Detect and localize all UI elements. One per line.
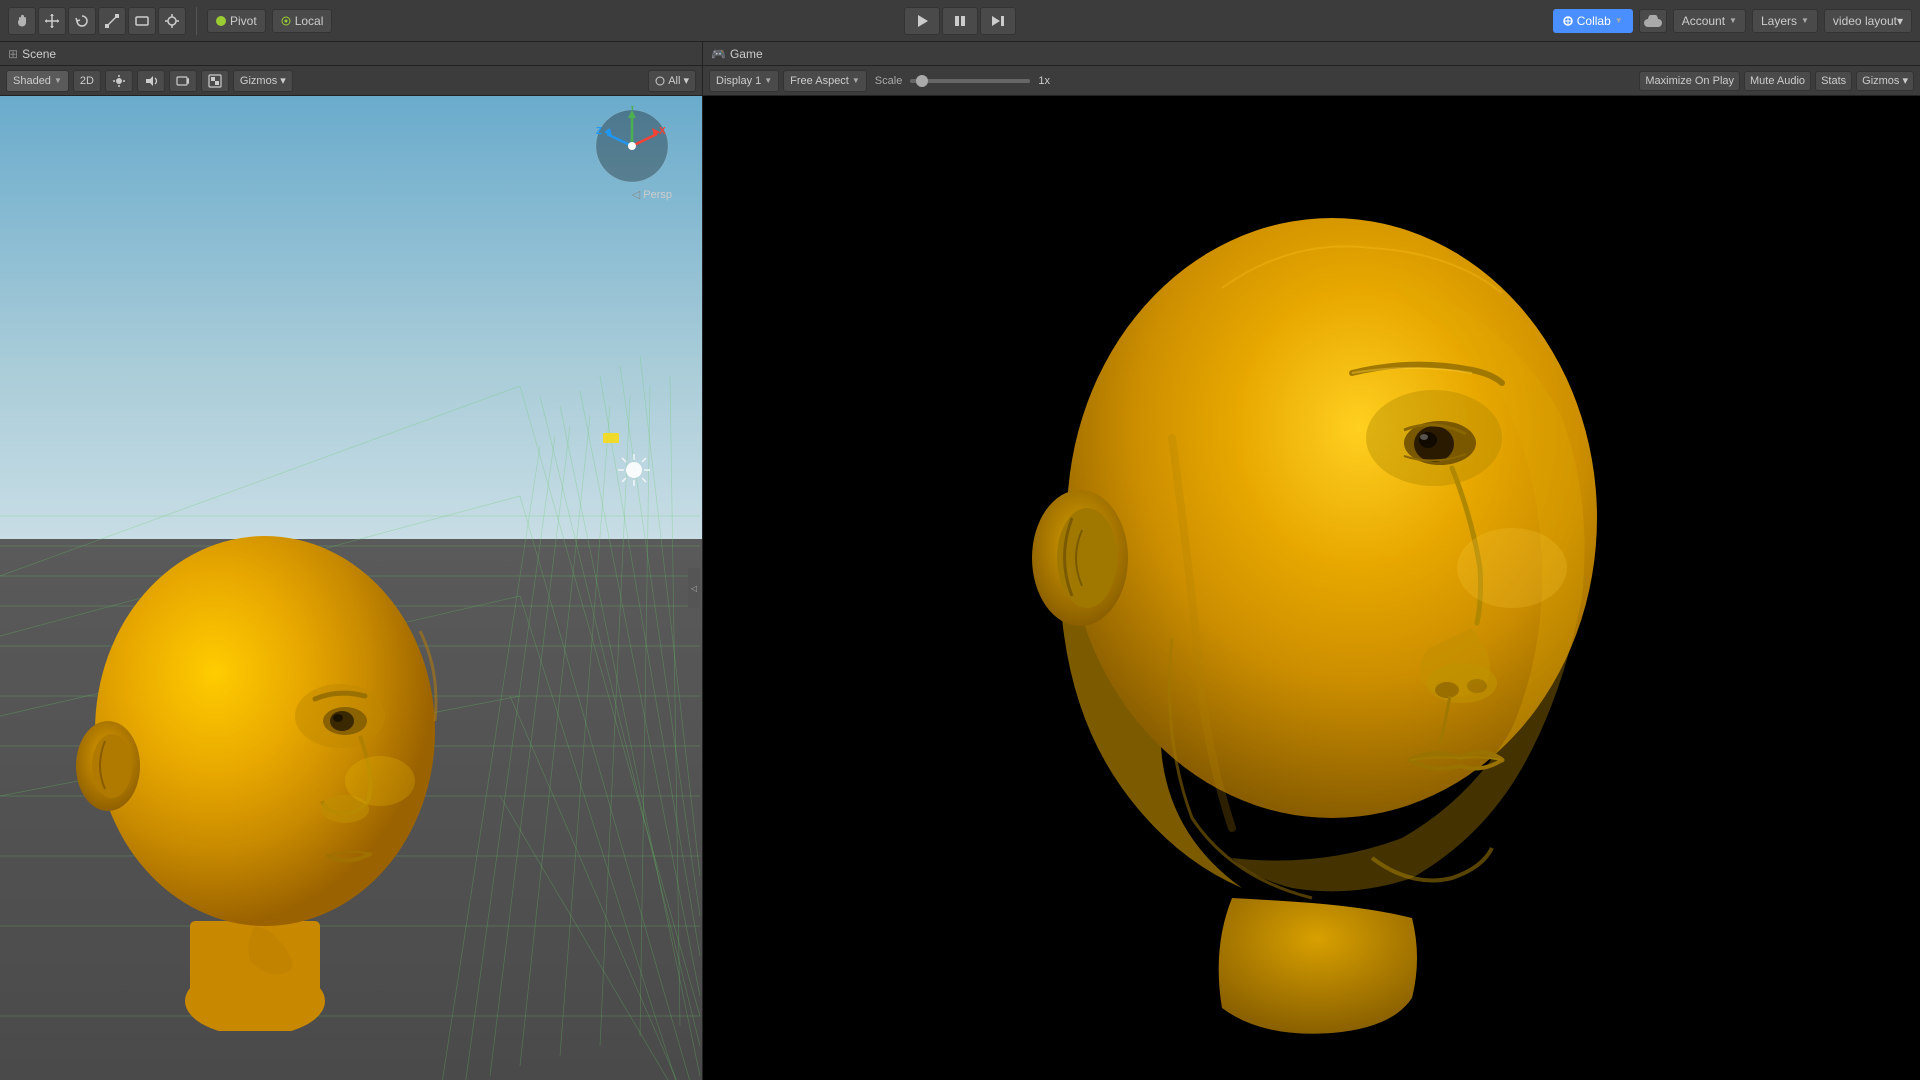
aspect-button[interactable]: Free Aspect ▼ (783, 70, 867, 92)
game-title: Game (730, 47, 763, 61)
collapse-button[interactable]: ◁ (688, 568, 700, 608)
main-area: ⊞ Scene Shaded ▼ 2D (0, 42, 1920, 1080)
scene-viewport[interactable]: .grid-line { stroke: rgba(100,200,100,0.… (0, 96, 702, 1080)
game-toolbar: Display 1 ▼ Free Aspect ▼ Scale 1x Maxim… (703, 66, 1920, 96)
rect-tool[interactable] (128, 7, 156, 35)
game-panel: 🎮 Game Display 1 ▼ Free Aspect ▼ Scale 1… (703, 42, 1920, 1080)
scale-tool[interactable] (98, 7, 126, 35)
lighting-toggle[interactable] (105, 70, 133, 92)
tool-group-transform (8, 7, 186, 35)
game-gizmos-button[interactable]: Gizmos ▾ (1856, 71, 1914, 91)
audio-toggle[interactable] (137, 70, 165, 92)
scene-tab[interactable]: ⊞ Scene (8, 47, 56, 61)
layers-button[interactable]: Layers ▼ (1752, 9, 1818, 33)
camera-preview[interactable] (169, 70, 197, 92)
svg-text:X: X (659, 126, 666, 137)
pivot-button[interactable]: Pivot (207, 9, 266, 33)
all-filter-button[interactable]: All ▾ (648, 70, 696, 92)
mute-audio-button[interactable]: Mute Audio (1744, 71, 1811, 91)
pause-button[interactable] (942, 7, 978, 35)
2d-button[interactable]: 2D (73, 70, 101, 92)
display-button[interactable]: Display 1 ▼ (709, 70, 779, 92)
scale-value: 1x (1038, 75, 1050, 87)
play-controls (904, 7, 1016, 35)
account-button[interactable]: Account ▼ (1673, 9, 1746, 33)
separator-1 (196, 7, 197, 35)
maximize-on-play-button[interactable]: Maximize On Play (1639, 71, 1740, 91)
cloud-button[interactable] (1639, 9, 1667, 33)
game-tab[interactable]: 🎮 Game (711, 47, 763, 61)
rotate-tool[interactable] (68, 7, 96, 35)
scene-panel-header: ⊞ Scene (0, 42, 702, 66)
game-viewport[interactable] (703, 96, 1920, 1080)
transform-tool[interactable] (158, 7, 186, 35)
scale-label: Scale (875, 75, 903, 87)
svg-text:Y: Y (629, 106, 636, 113)
game-head-3d (972, 138, 1652, 1038)
collab-button[interactable]: Collab ▼ (1553, 9, 1633, 33)
gizmos-button[interactable]: Gizmos ▾ (233, 70, 293, 92)
scale-slider[interactable] (910, 79, 1030, 83)
axis-gizmo: Y X Z (592, 106, 672, 186)
image-effects[interactable] (201, 70, 229, 92)
local-button[interactable]: Local (272, 9, 333, 33)
layout-button[interactable]: video layout▾ (1824, 9, 1912, 33)
step-button[interactable] (980, 7, 1016, 35)
scene-toolbar: Shaded ▼ 2D (0, 66, 702, 96)
play-button[interactable] (904, 7, 940, 35)
scene-head-3d (70, 471, 450, 1031)
hand-tool[interactable] (8, 7, 36, 35)
svg-text:Z: Z (596, 126, 602, 137)
right-toolbar: Collab ▼ Account ▼ Layers ▼ video layout… (1553, 9, 1912, 33)
game-panel-header: 🎮 Game (703, 42, 1920, 66)
scene-grid-icon: ⊞ (8, 47, 18, 61)
sun-icon (616, 452, 652, 488)
stats-button[interactable]: Stats (1815, 71, 1852, 91)
scene-title: Scene (22, 47, 56, 61)
top-toolbar: Pivot Local (0, 0, 1920, 42)
scene-panel: ⊞ Scene Shaded ▼ 2D (0, 42, 703, 1080)
game-icon: 🎮 (711, 47, 726, 61)
shaded-button[interactable]: Shaded ▼ (6, 70, 69, 92)
move-tool[interactable] (38, 7, 66, 35)
persp-label: ◁ ◁ Persp Persp (632, 188, 672, 201)
